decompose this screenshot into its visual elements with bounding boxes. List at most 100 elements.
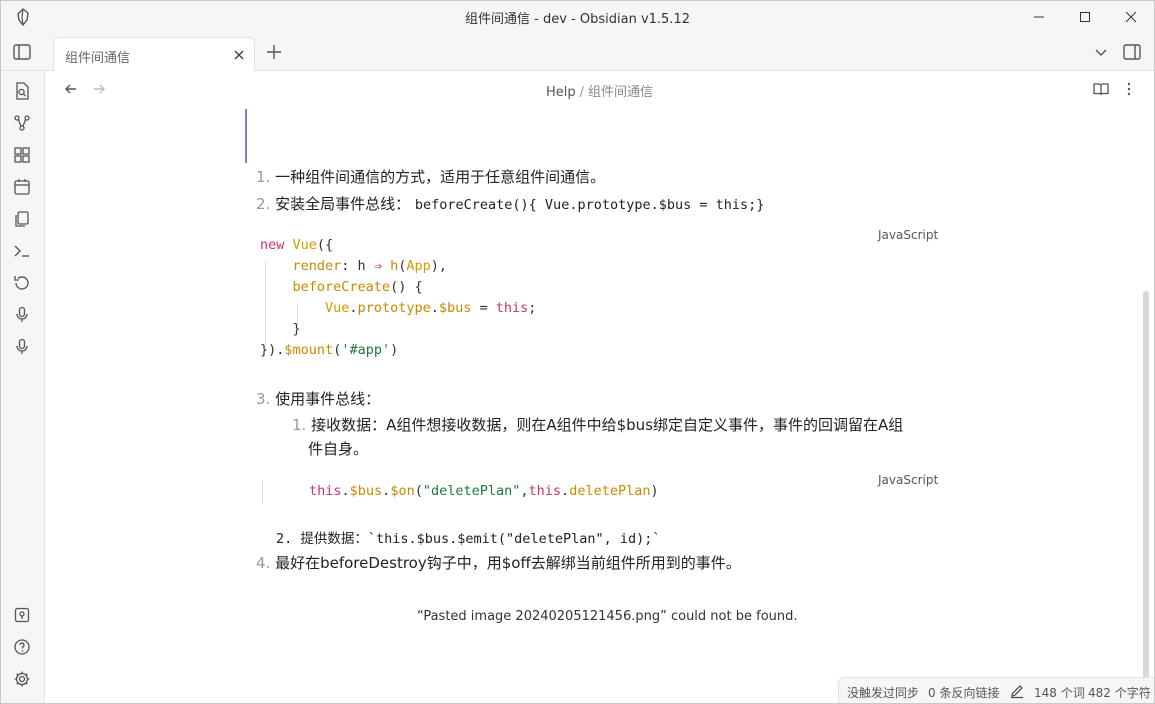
code-token: ), — [430, 258, 448, 274]
code-token: render — [292, 258, 342, 274]
code-line: this.$bus.$on("deletePlan",this.deletePl… — [309, 483, 659, 499]
code-token: ( — [414, 483, 423, 499]
code-line: Vue.prototype.$bus = this; — [260, 300, 536, 316]
code-token: h — [390, 258, 399, 274]
code-line: } — [260, 321, 301, 337]
list-item: 3. 使用事件总线： — [256, 388, 380, 409]
indent-guide — [262, 480, 263, 504]
window-title: 组件间通信 - dev - Obsidian v1.5.12 — [465, 12, 690, 27]
code-token: prototype — [357, 300, 431, 316]
code-token: $bus — [349, 483, 383, 499]
left-sidebar-toggle-icon[interactable] — [11, 41, 33, 63]
tab-active[interactable]: 组件间通信 — [53, 37, 255, 71]
code-block[interactable]: this.$bus.$on("deletePlan",this.deletePl… — [309, 483, 909, 505]
close-window-button[interactable] — [1108, 1, 1154, 33]
minimize-icon — [1034, 16, 1044, 18]
book-open-icon[interactable] — [1092, 80, 1110, 98]
pencil-icon[interactable] — [1009, 683, 1025, 699]
maximize-icon — [1080, 12, 1090, 22]
code-token: ; — [528, 300, 537, 316]
code-token: $bus — [438, 300, 472, 316]
code-block[interactable]: new Vue({ render: h ⇒ h(App), beforeCrea… — [260, 237, 960, 367]
code-token: } — [260, 321, 301, 337]
templates-icon[interactable] — [12, 209, 32, 229]
inline-code: beforeCreate(){ Vue.prototype.$bus = thi… — [414, 197, 765, 213]
code-token: new — [260, 237, 293, 253]
graph-view-icon[interactable] — [12, 113, 32, 133]
code-token: . — [349, 300, 358, 316]
view-header: Help / 组件间通信 — [45, 71, 1154, 107]
code-token: this — [528, 483, 562, 499]
sync-status[interactable]: 没触发过同步 — [847, 684, 919, 701]
calendar-icon[interactable] — [12, 177, 32, 197]
canvas-icon[interactable] — [12, 145, 32, 165]
word-count: 148 个词 — [1034, 686, 1085, 700]
code-token: beforeCreate — [292, 279, 391, 295]
code-token: () { — [390, 279, 423, 295]
list-text: 使用事件总线： — [275, 390, 381, 408]
list-item: 4. 最好在beforeDestroy钩子中，用$off去解绑当前组件所用到的事… — [256, 552, 741, 573]
gear-icon[interactable] — [12, 669, 32, 689]
minimize-button[interactable] — [1016, 1, 1062, 33]
right-sidebar-toggle-icon[interactable] — [1121, 41, 1143, 63]
vault-switcher-icon[interactable] — [12, 605, 32, 625]
code-token: . — [341, 483, 350, 499]
microphone-icon[interactable] — [12, 337, 32, 357]
list-number: 4. — [256, 554, 271, 572]
breadcrumb-note-title[interactable]: 组件间通信 — [588, 85, 653, 100]
more-vertical-icon[interactable] — [1120, 80, 1138, 98]
new-tab-icon[interactable] — [264, 42, 284, 62]
history-icon[interactable] — [12, 273, 32, 293]
code-token: this — [495, 300, 529, 316]
backlinks-count[interactable]: 0 条反向链接 — [928, 684, 999, 701]
code-token: . — [561, 483, 570, 499]
list-text: 最好在beforeDestroy钩子中，用$off去解绑当前组件所用到的事件。 — [275, 554, 741, 572]
list-text: 安装全局事件总线： — [275, 195, 411, 213]
code-token: ) — [390, 342, 399, 358]
code-token: ) — [650, 483, 659, 499]
code-token: . — [430, 300, 439, 316]
code-line: beforeCreate() { — [260, 279, 423, 295]
code-token: ({ — [316, 237, 334, 253]
tab-label: 组件间通信 — [65, 51, 131, 66]
editor-content[interactable]: 1. 一种组件间通信的方式，适用于任意组件间通信。 2. 安装全局事件总线： b… — [45, 107, 1154, 703]
obsidian-window: 组件间通信 - dev - Obsidian v1.5.12 组件间通信 Hel… — [0, 0, 1155, 704]
breadcrumb: Help / 组件间通信 — [45, 81, 1154, 100]
code-token: '#app' — [341, 342, 391, 358]
code-token: : h — [341, 258, 374, 274]
code-line: render: h ⇒ h(App), — [260, 258, 448, 274]
tab-close-icon[interactable] — [232, 48, 246, 62]
quick-switcher-icon[interactable] — [12, 81, 32, 101]
scrollbar[interactable] — [1143, 291, 1149, 681]
code-token: }). — [260, 342, 285, 358]
help-icon[interactable] — [12, 637, 32, 657]
breadcrumb-folder[interactable]: Help — [546, 85, 576, 100]
code-token: $mount — [284, 342, 334, 358]
title-bar: 组件间通信 - dev - Obsidian v1.5.12 — [1, 1, 1154, 33]
list-number: 1. — [292, 416, 307, 434]
character-count: 482 个字符 — [1088, 686, 1151, 700]
nested-list-item: 1. 接收数据：A组件想接收数据，则在A组件中给$bus绑定自定义事件，事件的回… — [292, 414, 903, 435]
chevron-down-icon[interactable] — [1092, 43, 1110, 61]
left-ribbon — [1, 71, 45, 703]
microphone-icon[interactable] — [12, 305, 32, 325]
code-line: new Vue({ — [260, 237, 333, 253]
list-text: 接收数据：A组件想接收数据，则在A组件中给$bus绑定自定义事件，事件的回调留在… — [311, 416, 904, 434]
code-line: }).$mount('#app') — [260, 342, 398, 358]
list-number: 2. — [256, 195, 271, 213]
list-text-continuation: 件自身。 — [308, 440, 369, 458]
terminal-icon[interactable] — [12, 241, 32, 261]
code-token: Vue — [292, 237, 317, 253]
maximize-button[interactable] — [1062, 1, 1108, 33]
breadcrumb-separator: / — [579, 85, 584, 100]
code-token: Vue — [325, 300, 350, 316]
list-number: 3. — [256, 390, 271, 408]
list-item: 1. 一种组件间通信的方式，适用于任意组件间通信。 — [256, 166, 605, 187]
code-token: this — [309, 483, 342, 499]
list-item: 2. 安装全局事件总线： beforeCreate(){ Vue.prototy… — [256, 193, 764, 214]
tab-bar: 组件间通信 — [1, 33, 1154, 71]
